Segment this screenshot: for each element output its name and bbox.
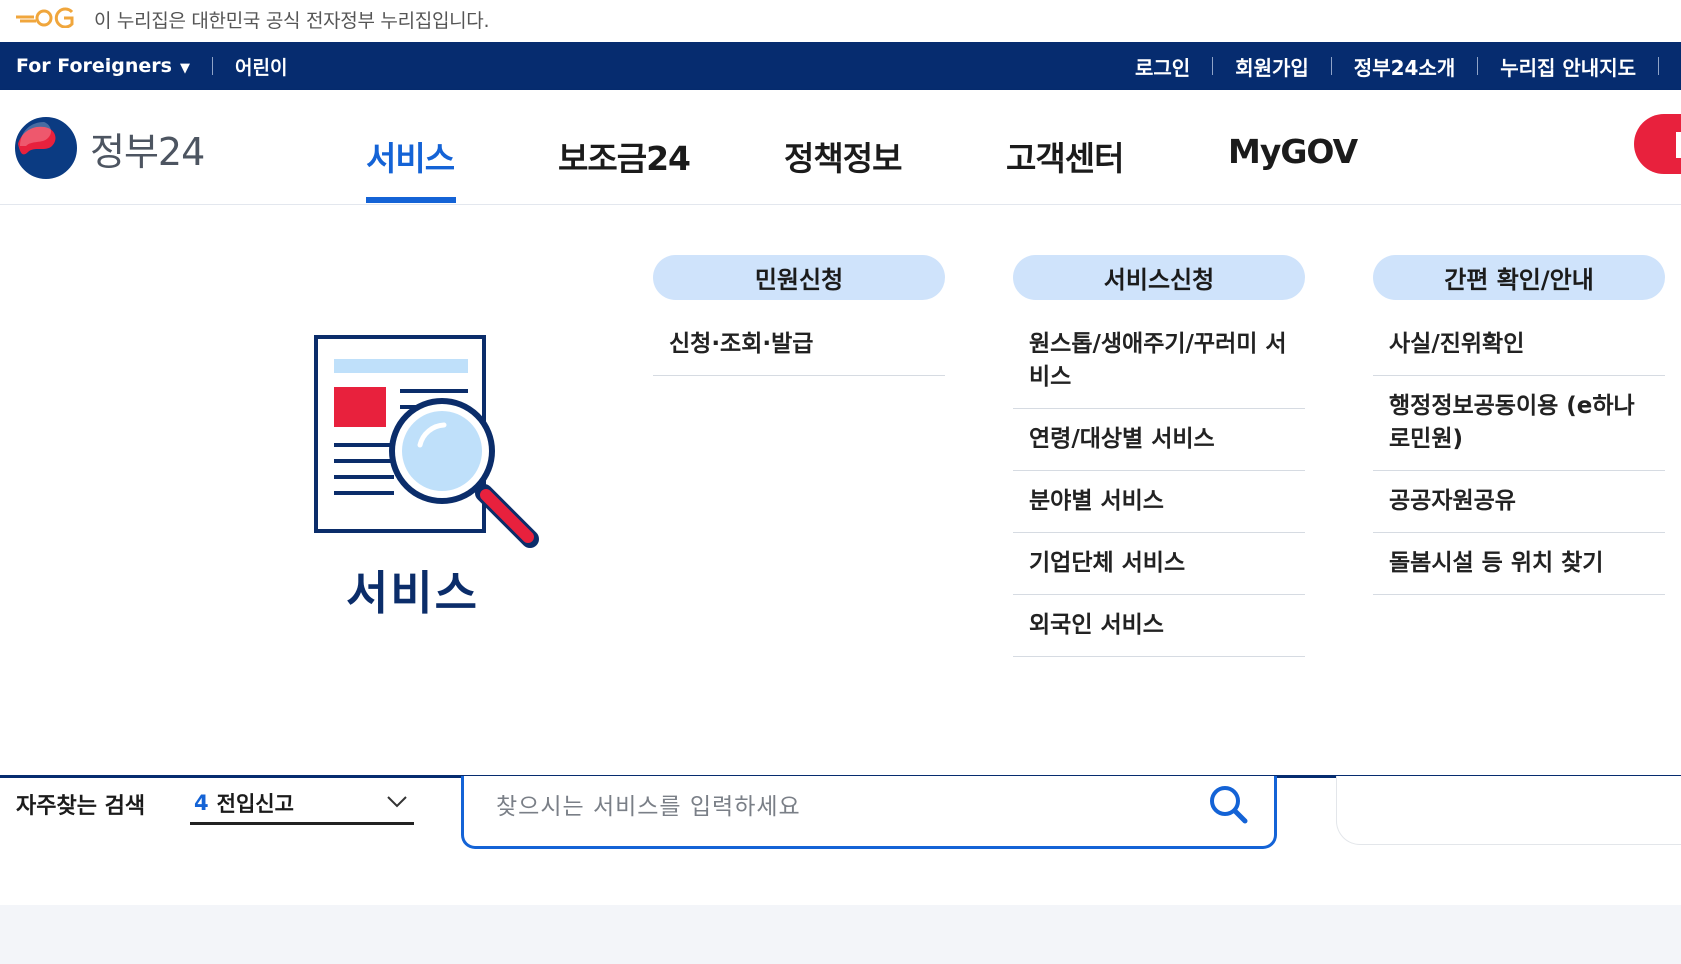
divider xyxy=(1212,57,1214,75)
search-section: 자주찾는 검색 4 전입신고 xyxy=(0,775,1681,908)
frequent-term: 전입신고 xyxy=(216,792,294,816)
caret-down-icon: ▼ xyxy=(179,61,190,76)
menu-link[interactable]: 사실/진위확인 xyxy=(1373,314,1665,376)
search-icon[interactable] xyxy=(1204,780,1252,828)
active-tab-indicator xyxy=(366,197,456,203)
menu-link[interactable]: 돌봄시설 등 위치 찾기 xyxy=(1373,533,1665,595)
for-foreigners-link[interactable]: For Foreigners ▼ xyxy=(16,55,190,77)
brand-name: 정부24 xyxy=(90,129,205,174)
frequent-rank: 4 xyxy=(194,791,209,815)
taegeuk-emblem-icon xyxy=(15,117,77,179)
search-box xyxy=(461,776,1277,849)
side-card xyxy=(1336,776,1681,845)
column-heading[interactable]: 민원신청 xyxy=(653,255,945,300)
document-search-icon xyxy=(314,335,539,548)
signup-link[interactable]: 회원가입 xyxy=(1235,52,1309,81)
column-heading[interactable]: 간편 확인/안내 xyxy=(1373,255,1665,300)
menu-link[interactable]: 분야별 서비스 xyxy=(1013,471,1305,533)
divider xyxy=(1477,57,1479,75)
utility-bar: For Foreigners ▼ 어린이 로그인 회원가입 정부24소개 누리집 … xyxy=(0,42,1681,90)
column-heading[interactable]: 서비스신청 xyxy=(1013,255,1305,300)
login-link[interactable]: 로그인 xyxy=(1135,52,1190,81)
eg-logo-icon xyxy=(16,7,74,28)
about-gov24-link[interactable]: 정부24소개 xyxy=(1354,52,1455,81)
for-foreigners-label: For Foreigners xyxy=(16,55,172,77)
divider xyxy=(1658,57,1659,75)
column-service-applications: 서비스신청 원스톱/생애주기/꾸러미 서비스 연령/대상별 서비스 분야별 서비… xyxy=(1013,255,1305,657)
column-quick-check: 간편 확인/안내 사실/진위확인 행정정보공동이용 (e하나로민원) 공공자원공… xyxy=(1373,255,1665,595)
column-civil-petitions: 민원신청 신청·조회·발급 xyxy=(653,255,945,376)
mega-menu-title: 서비스 xyxy=(346,566,479,620)
search-input[interactable] xyxy=(494,786,1188,828)
all-menu-button[interactable] xyxy=(1634,114,1681,174)
services-mega-menu: 서비스 민원신청 신청·조회·발급 서비스신청 원스톱/생애주기/꾸러미 서비스… xyxy=(0,205,1681,775)
menu-link[interactable]: 연령/대상별 서비스 xyxy=(1013,409,1305,471)
brand-logo-link[interactable]: 정부24 xyxy=(14,116,205,180)
divider xyxy=(1330,57,1332,75)
menu-link[interactable]: 외국인 서비스 xyxy=(1013,595,1305,657)
frequent-search-dropdown[interactable]: 4 전입신고 xyxy=(190,784,414,825)
divider xyxy=(211,57,213,75)
nav-subsidy24[interactable]: 보조금24 xyxy=(558,132,691,180)
menu-link[interactable]: 원스톱/생애주기/꾸러미 서비스 xyxy=(1013,314,1305,409)
nav-customer-center[interactable]: 고객센터 xyxy=(1006,132,1124,180)
nav-policy-info[interactable]: 정책정보 xyxy=(784,132,902,180)
menu-link[interactable]: 신청·조회·발급 xyxy=(653,314,945,376)
kids-link[interactable]: 어린이 xyxy=(235,53,287,80)
nav-mygov[interactable]: MyGOV xyxy=(1228,132,1358,171)
official-banner: 이 누리집은 대한민국 공식 전자정부 누리집입니다. xyxy=(0,0,1681,42)
main-header: 정부24 서비스 보조금24 정책정보 고객센터 MyGOV xyxy=(0,90,1681,205)
official-banner-text: 이 누리집은 대한민국 공식 전자정부 누리집입니다. xyxy=(94,10,490,32)
chevron-down-icon xyxy=(387,796,407,808)
content-area xyxy=(0,905,1681,964)
menu-link[interactable]: 공공자원공유 xyxy=(1373,471,1665,533)
menu-link[interactable]: 행정정보공동이용 (e하나로민원) xyxy=(1373,376,1665,471)
menu-link[interactable]: 기업단체 서비스 xyxy=(1013,533,1305,595)
frequent-search-label: 자주찾는 검색 xyxy=(16,794,146,819)
nav-services[interactable]: 서비스 xyxy=(366,132,455,180)
sitemap-link[interactable]: 누리집 안내지도 xyxy=(1500,52,1636,81)
